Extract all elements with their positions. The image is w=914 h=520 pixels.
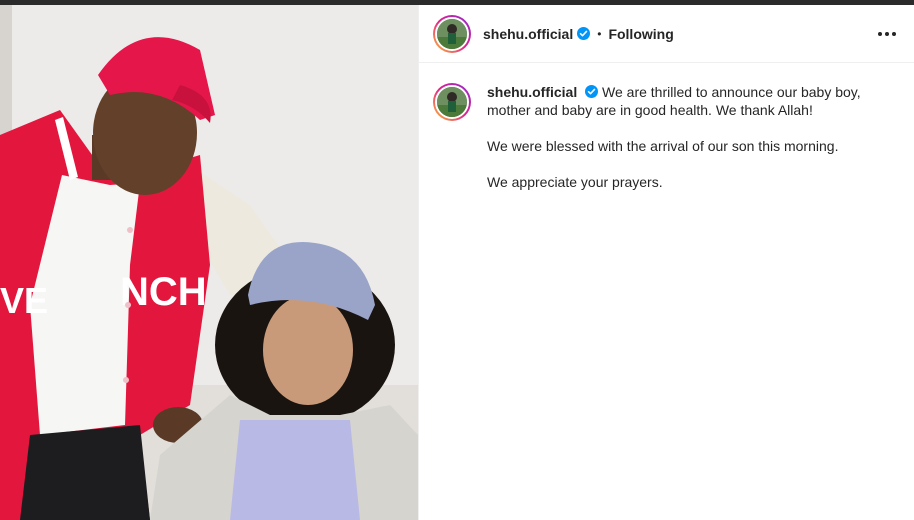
post-sidebar: shehu.official • Following shehu.officia… [418,5,914,520]
header-separator: • [597,26,602,41]
following-button[interactable]: Following [608,26,673,42]
caption-author-avatar[interactable] [433,83,471,121]
jacket-lettering-left: VE [0,280,48,321]
caption-username[interactable]: shehu.official [487,84,577,100]
post-photo[interactable]: NCH VE [0,5,418,520]
verified-badge-icon [585,85,599,98]
verified-badge-icon [577,27,591,40]
post-header: shehu.official • Following [419,5,914,63]
author-avatar[interactable] [433,14,471,53]
photo-illustration: NCH VE [0,5,418,520]
jacket-lettering-right: NCH [120,270,207,314]
author-username[interactable]: shehu.official [483,26,573,42]
avatar-image [435,85,469,119]
avatar-image [435,16,469,51]
caption-comment: shehu.official We are thrilled to announ… [419,63,914,191]
caption-line-3: We appreciate your prayers. [487,174,663,190]
more-options-icon[interactable] [874,26,900,42]
caption-text: shehu.official We are thrilled to announ… [487,83,897,191]
caption-line-2: We were blessed with the arrival of our … [487,138,839,154]
